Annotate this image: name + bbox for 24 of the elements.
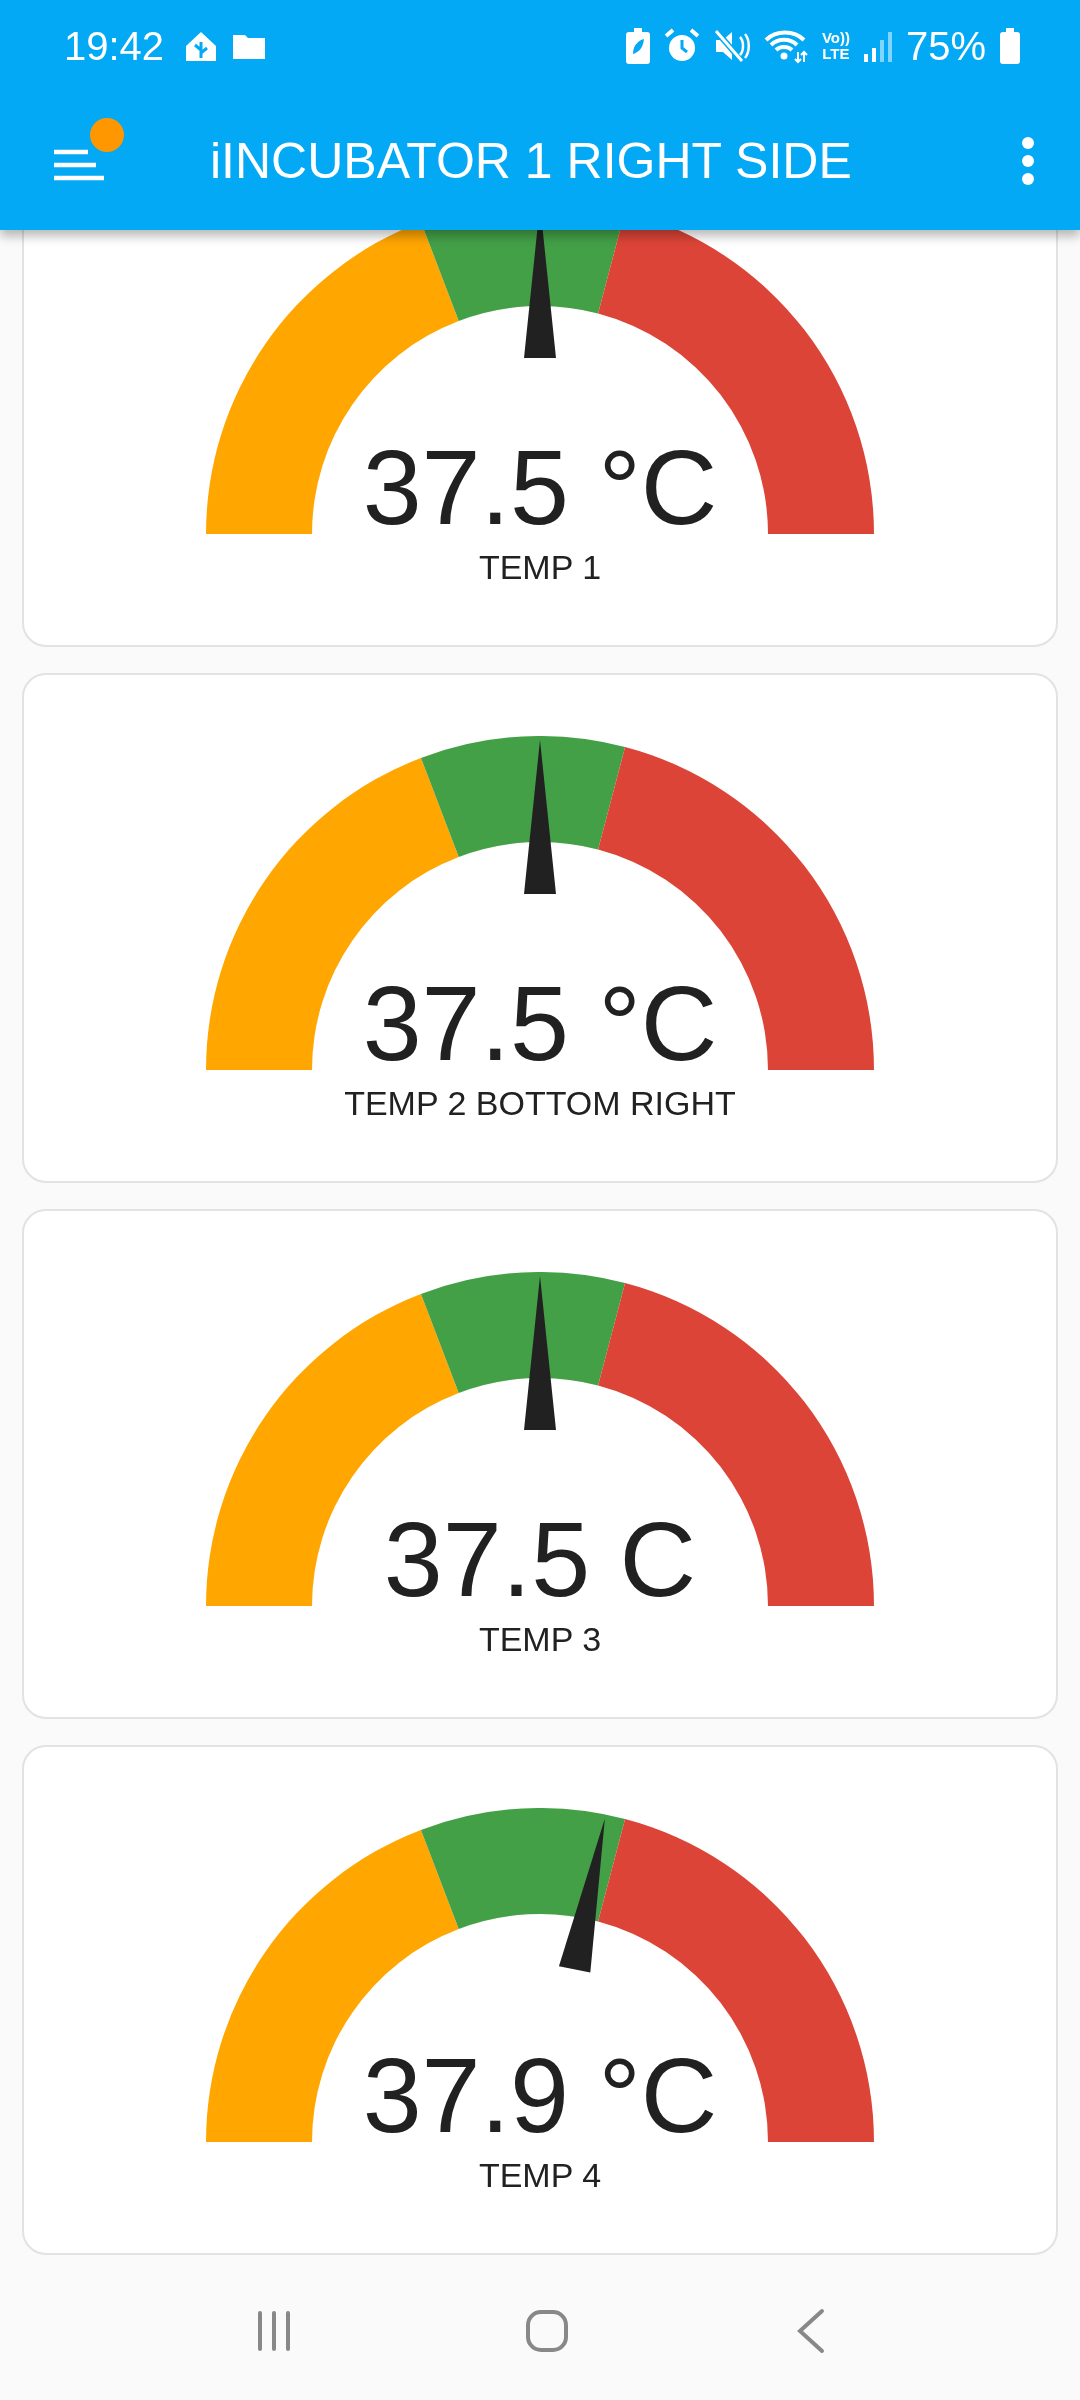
battery-percent: 75% xyxy=(905,23,986,69)
battery-icon xyxy=(1000,28,1020,64)
menu-icon xyxy=(52,148,104,182)
volte-indicator: Vo)) LTE xyxy=(821,30,850,62)
mute-icon xyxy=(713,29,750,63)
gauge-value: 37.9 °C xyxy=(362,2042,718,2148)
back-button[interactable] xyxy=(796,2308,827,2354)
folder-icon xyxy=(232,32,267,60)
more-icon xyxy=(1021,137,1035,185)
gauge-value: 37.5 °C xyxy=(362,434,718,540)
gauge-value: 37.5 °C xyxy=(362,970,718,1076)
gauge-value: 37.5 C xyxy=(383,1506,697,1612)
gauge-label: TEMP 2 BOTTOM RIGHT xyxy=(344,1084,736,1123)
home-button[interactable] xyxy=(525,2309,569,2353)
gauge-label: TEMP 1 xyxy=(478,548,602,587)
gauge-label: TEMP 4 xyxy=(478,2156,602,2195)
home-icon xyxy=(184,30,219,62)
alarm-icon xyxy=(663,28,700,64)
clock-time: 19:42 xyxy=(64,23,165,69)
gauge-label: TEMP 3 xyxy=(478,1620,602,1659)
signal-icon xyxy=(863,30,892,62)
battery-saver-icon xyxy=(625,28,650,64)
page-title: iINCUBATOR 1 RIGHT SIDE xyxy=(210,132,853,190)
wifi-icon xyxy=(763,28,808,64)
